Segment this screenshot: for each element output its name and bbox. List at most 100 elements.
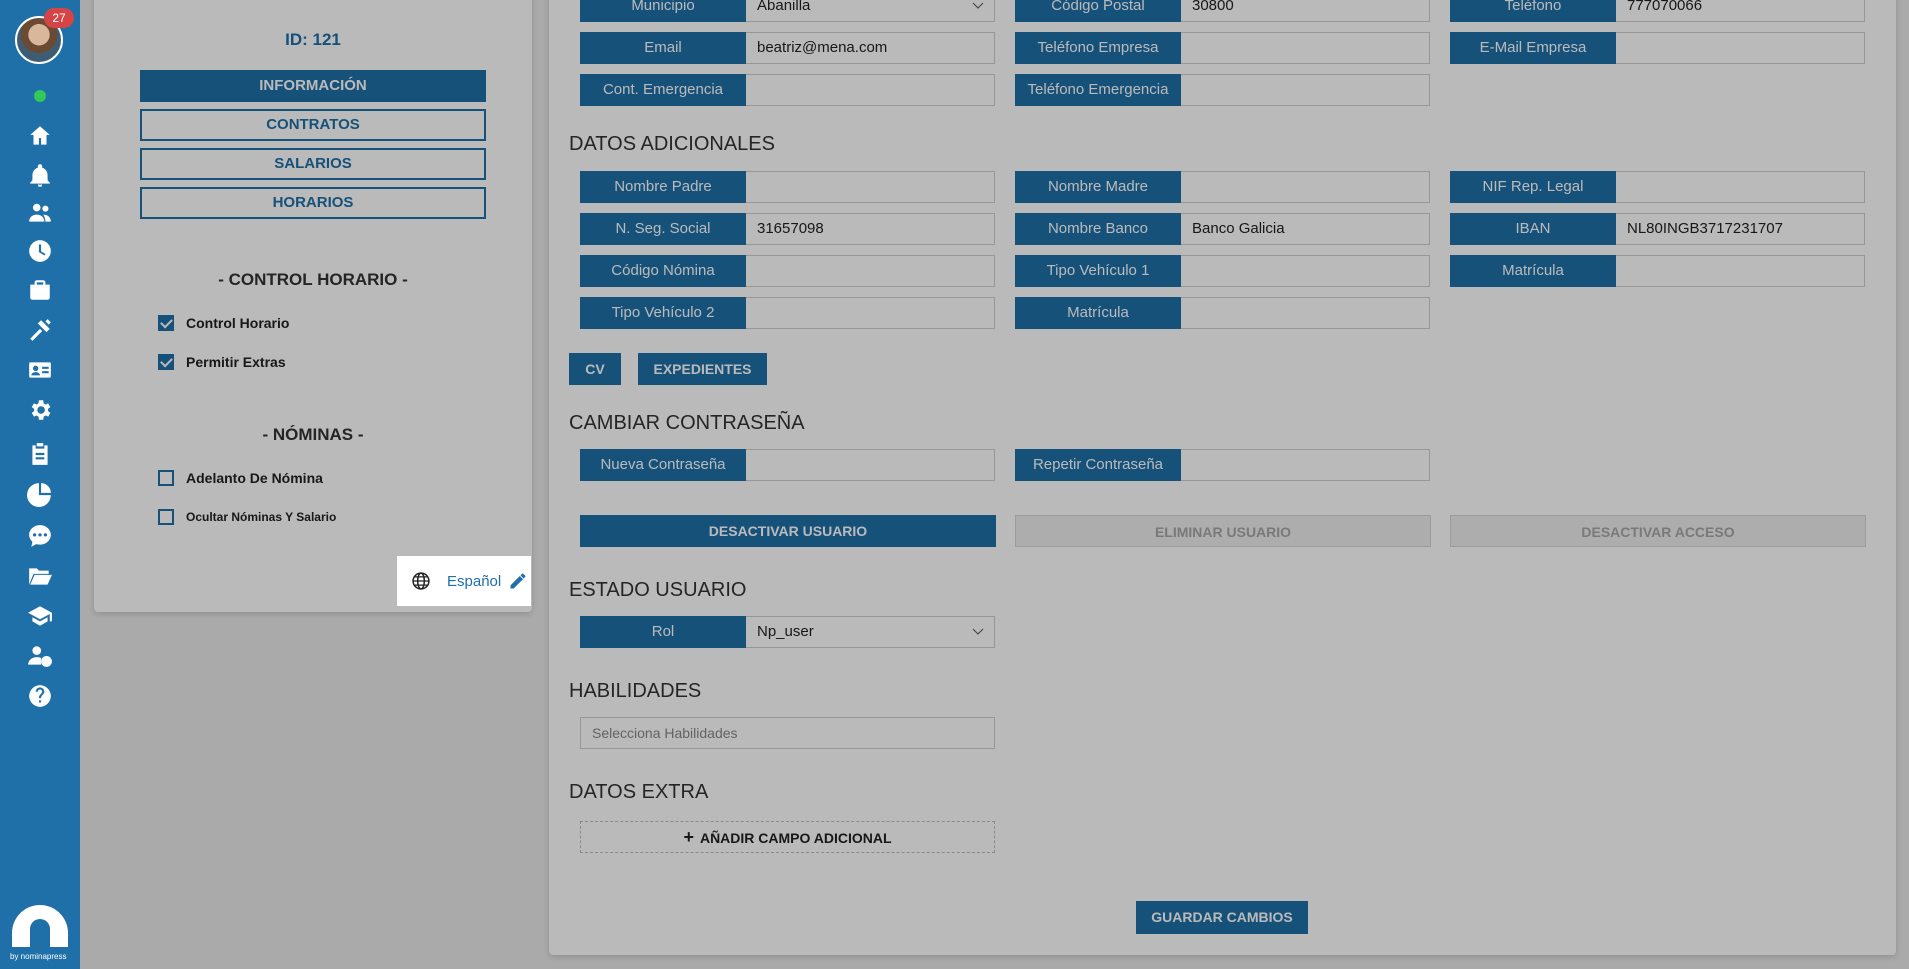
cambiar-contrasena-heading: CAMBIAR CONTRASEÑA (569, 412, 805, 434)
tipo-vehiculo-2-label: Tipo Vehículo 2 (580, 297, 746, 329)
codigo-nomina-input[interactable] (746, 255, 995, 287)
telefono-emergencia-input[interactable] (1181, 74, 1430, 106)
telefono-emergencia-label: Teléfono Emergencia (1015, 74, 1181, 106)
expedientes-button[interactable]: EXPEDIENTES (638, 353, 767, 385)
telefono-empresa-field: Teléfono Empresa (1015, 32, 1430, 64)
tab-contratos[interactable]: CONTRATOS (140, 109, 486, 141)
eliminar-usuario-button[interactable]: ELIMINAR USUARIO (1015, 515, 1431, 547)
rol-select[interactable]: Np_user (746, 616, 995, 648)
nombre-padre-field: Nombre Padre (580, 171, 995, 203)
permitir-extras-row: Permitir Extras (158, 354, 286, 370)
help-icon[interactable] (24, 680, 56, 712)
save-button[interactable]: GUARDAR CAMBIOS (1136, 901, 1308, 934)
nombre-madre-field: Nombre Madre (1015, 171, 1430, 203)
tab-salarios[interactable]: SALARIOS (140, 148, 486, 180)
folder-icon[interactable] (24, 560, 56, 592)
notification-badge: 27 (44, 8, 74, 28)
email-empresa-field: E-Mail Empresa (1450, 32, 1865, 64)
add-field-button[interactable]: + AÑADIR CAMPO ADICIONAL (580, 821, 995, 853)
ocultar-nominas-checkbox[interactable] (158, 509, 174, 525)
employee-summary-card: ID: 121 INFORMACIÓN CONTRATOS SALARIOS H… (94, 0, 532, 612)
pie-chart-icon[interactable] (24, 478, 56, 510)
nombre-banco-field: Nombre Banco Banco Galicia (1015, 213, 1430, 245)
adelanto-nomina-checkbox[interactable] (158, 470, 174, 486)
matricula-2-input[interactable] (1181, 297, 1430, 329)
repetir-contrasena-input[interactable] (1181, 449, 1430, 481)
codigo-postal-field: Código Postal 30800 (1015, 0, 1430, 22)
id-card-icon[interactable] (24, 354, 56, 386)
nif-rep-legal-input[interactable] (1616, 171, 1865, 203)
users-icon[interactable] (24, 197, 56, 229)
pencil-icon (510, 573, 526, 589)
tab-horarios[interactable]: HORARIOS (140, 187, 486, 219)
control-horario-title: - CONTROL HORARIO - (218, 270, 408, 289)
cont-emergencia-input[interactable] (746, 74, 995, 106)
briefcase-icon[interactable] (24, 274, 56, 306)
tipo-vehiculo-1-label: Tipo Vehículo 1 (1015, 255, 1181, 287)
chevron-down-icon (972, 2, 984, 9)
codigo-postal-input[interactable]: 30800 (1181, 0, 1430, 22)
user-id: ID: 121 (285, 30, 341, 49)
rol-field: Rol Np_user (580, 616, 995, 648)
ocultar-nominas-row: Ocultar Nóminas Y Salario (158, 509, 336, 525)
nombre-banco-input[interactable]: Banco Galicia (1181, 213, 1430, 245)
municipio-label: Municipio (580, 0, 746, 22)
gear-icon[interactable] (24, 394, 56, 426)
cont-emergencia-label: Cont. Emergencia (580, 74, 746, 106)
adelanto-nomina-row: Adelanto De Nómina (158, 470, 323, 486)
email-input[interactable]: beatriz@mena.com (746, 32, 995, 64)
clock-icon[interactable] (24, 235, 56, 267)
email-field: Email beatriz@mena.com (580, 32, 995, 64)
nueva-contrasena-input[interactable] (746, 449, 995, 481)
nss-input[interactable]: 31657098 (746, 213, 995, 245)
chevron-down-icon (972, 628, 984, 635)
codigo-nomina-field: Código Nómina (580, 255, 995, 287)
cont-emergencia-field: Cont. Emergencia (580, 74, 995, 106)
telefono-input[interactable]: 777070066 (1616, 0, 1865, 22)
rol-label: Rol (580, 616, 746, 648)
iban-input[interactable]: NL80INGB3717231707 (1616, 213, 1865, 245)
nif-rep-legal-field: NIF Rep. Legal (1450, 171, 1865, 203)
datos-extra-heading: DATOS EXTRA (569, 781, 709, 803)
nombre-padre-input[interactable] (746, 171, 995, 203)
nss-label: N. Seg. Social (580, 213, 746, 245)
ocultar-nominas-label: Ocultar Nóminas Y Salario (186, 510, 337, 524)
telefono-label: Teléfono (1450, 0, 1616, 22)
language-label: Español (447, 572, 502, 590)
tipo-vehiculo-2-input[interactable] (746, 297, 995, 329)
tipo-vehiculo-1-input[interactable] (1181, 255, 1430, 287)
municipio-select[interactable]: Abanilla (746, 0, 995, 22)
municipio-field: Municipio Abanilla (580, 0, 995, 22)
nombre-banco-label: Nombre Banco (1015, 213, 1181, 245)
tab-informacion[interactable]: INFORMACIÓN (140, 70, 486, 102)
clipboard-icon[interactable] (24, 438, 56, 470)
cv-button[interactable]: CV (569, 353, 621, 385)
user-dollar-icon[interactable] (24, 640, 56, 672)
permitir-extras-label: Permitir Extras (186, 354, 286, 370)
bell-icon[interactable] (24, 160, 56, 192)
nif-rep-legal-label: NIF Rep. Legal (1450, 171, 1616, 203)
brand-text: by nominapress (10, 952, 67, 961)
desactivar-acceso-button[interactable]: DESACTIVAR ACCESO (1450, 515, 1866, 547)
tipo-vehiculo-1-field: Tipo Vehículo 1 (1015, 255, 1430, 287)
control-horario-checkbox[interactable] (158, 315, 174, 331)
language-selector[interactable]: Español (397, 556, 531, 606)
nombre-madre-input[interactable] (1181, 171, 1430, 203)
email-empresa-input[interactable] (1616, 32, 1865, 64)
telefono-empresa-input[interactable] (1181, 32, 1430, 64)
permitir-extras-checkbox[interactable] (158, 354, 174, 370)
habilidades-select[interactable]: Selecciona Habilidades (580, 717, 995, 749)
codigo-nomina-label: Código Nómina (580, 255, 746, 287)
desactivar-usuario-button[interactable]: DESACTIVAR USUARIO (580, 515, 996, 547)
sidebar: 27 by nominapress (0, 0, 80, 969)
tools-icon[interactable] (24, 314, 56, 346)
telefono-empresa-label: Teléfono Empresa (1015, 32, 1181, 64)
matricula-1-input[interactable] (1616, 255, 1865, 287)
nombre-padre-label: Nombre Padre (580, 171, 746, 203)
add-field-label: AÑADIR CAMPO ADICIONAL (699, 830, 892, 846)
habilidades-heading: HABILIDADES (569, 680, 702, 702)
chat-icon[interactable] (24, 520, 56, 552)
matricula-1-label: Matrícula (1450, 255, 1616, 287)
graduation-cap-icon[interactable] (24, 600, 56, 632)
home-icon[interactable] (24, 120, 56, 152)
